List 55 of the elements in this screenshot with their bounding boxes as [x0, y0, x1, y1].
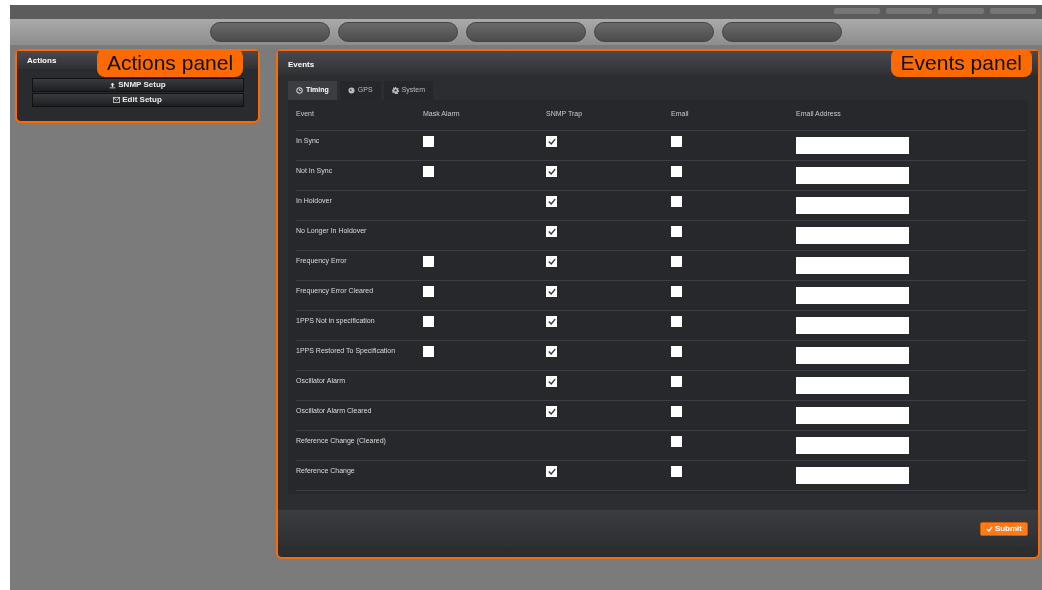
email-field[interactable]	[796, 196, 909, 214]
checkbox[interactable]	[546, 375, 557, 387]
checkbox[interactable]	[423, 315, 434, 327]
callout-label: Events panel	[890, 49, 1032, 77]
upload-icon	[109, 81, 117, 89]
nav-button[interactable]	[210, 22, 330, 42]
email-field[interactable]	[796, 316, 909, 334]
checkbox[interactable]	[671, 435, 682, 447]
nav-button[interactable]	[466, 22, 586, 42]
email-field[interactable]	[796, 376, 909, 394]
checkbox[interactable]	[546, 195, 557, 207]
email-field[interactable]	[796, 226, 909, 244]
checkbox[interactable]	[546, 405, 557, 417]
checkbox[interactable]	[671, 405, 682, 417]
checkbox[interactable]	[546, 225, 557, 237]
checkbox[interactable]	[671, 315, 682, 327]
checkbox[interactable]	[546, 135, 557, 147]
checkbox[interactable]	[546, 285, 557, 297]
checkbox[interactable]	[423, 135, 434, 147]
checkbox[interactable]	[423, 345, 434, 357]
checkbox[interactable]	[423, 165, 434, 177]
email-field[interactable]	[796, 286, 909, 304]
checkbox[interactable]	[546, 345, 557, 357]
checkbox[interactable]	[546, 165, 557, 177]
action-button[interactable]: SNMP Setup	[31, 78, 244, 92]
check-icon	[985, 525, 993, 532]
checkbox[interactable]	[671, 165, 682, 177]
checkbox[interactable]	[546, 255, 557, 267]
callout-label: Actions panel	[97, 49, 244, 77]
checkbox[interactable]	[546, 315, 557, 327]
checkbox[interactable]	[671, 285, 682, 297]
email-field[interactable]	[796, 256, 909, 274]
email-field[interactable]	[796, 346, 909, 364]
checkbox[interactable]	[546, 465, 557, 477]
checkbox[interactable]	[671, 375, 682, 387]
email-field[interactable]	[796, 166, 909, 184]
email-field[interactable]	[796, 466, 909, 484]
checkbox[interactable]	[671, 195, 682, 207]
nav-button[interactable]	[338, 22, 458, 42]
email-field[interactable]	[796, 436, 909, 454]
action-button[interactable]: Edit Setup	[31, 93, 244, 107]
gear-icon	[391, 86, 399, 94]
nav-button[interactable]	[722, 22, 842, 42]
email-field[interactable]	[796, 136, 909, 154]
email-field[interactable]	[796, 406, 909, 424]
nav-button[interactable]	[594, 22, 714, 42]
checkbox[interactable]	[671, 135, 682, 147]
clock-icon	[296, 86, 303, 94]
checkbox[interactable]	[671, 345, 682, 357]
checkbox[interactable]	[671, 225, 682, 237]
checkbox[interactable]	[671, 465, 682, 477]
envelope-icon	[113, 97, 121, 103]
checkbox[interactable]	[671, 255, 682, 267]
checkbox[interactable]	[423, 285, 434, 297]
checkbox[interactable]	[423, 255, 434, 267]
